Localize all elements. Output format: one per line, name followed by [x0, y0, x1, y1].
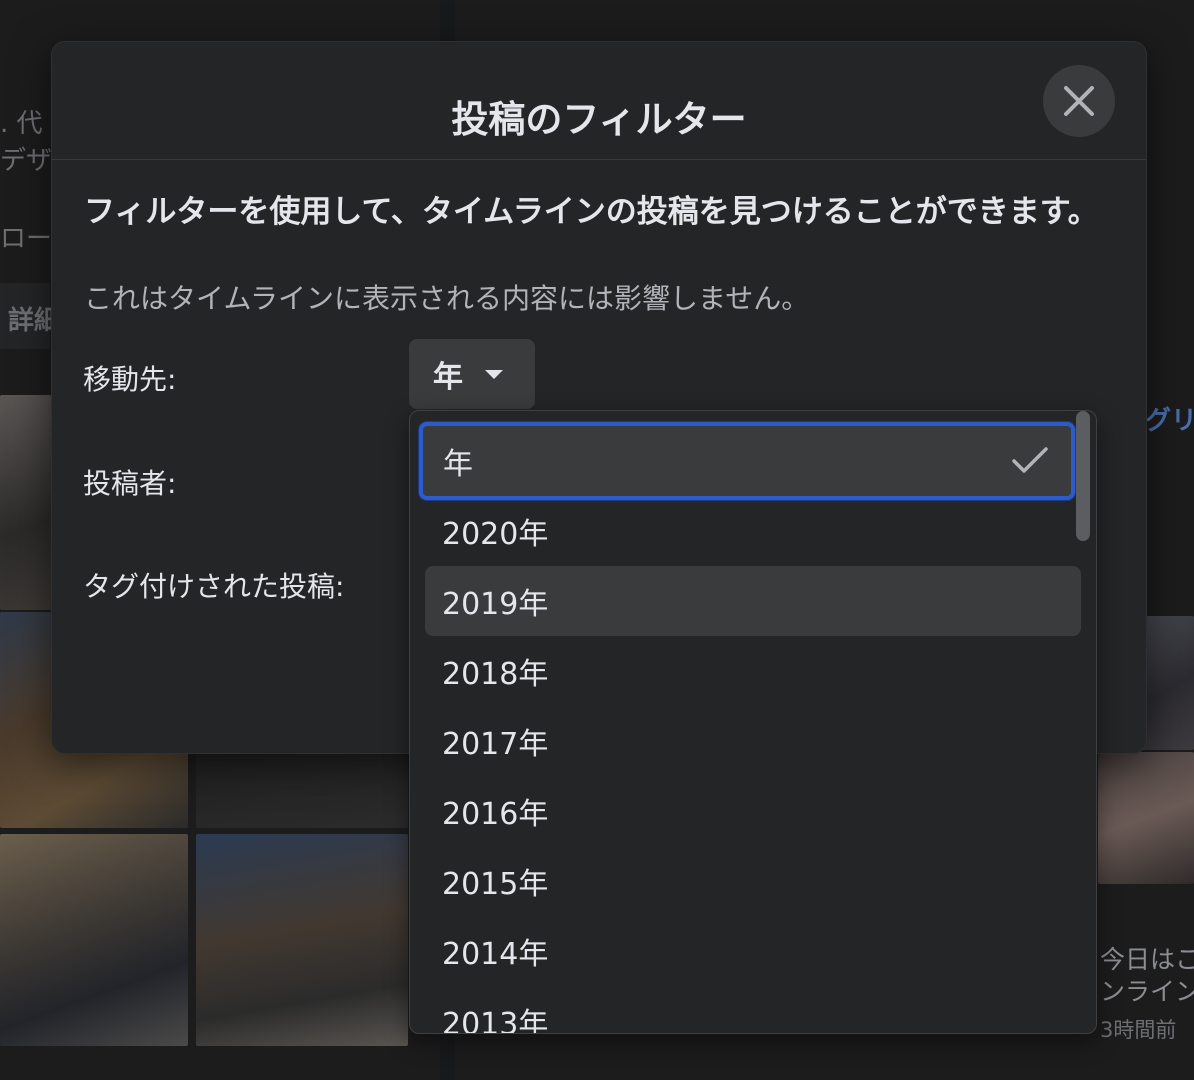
- dialog-title: 投稿のフィルター: [451, 98, 747, 141]
- scrollbar-thumb[interactable]: [1076, 411, 1090, 541]
- option-label: 2013年: [442, 1007, 549, 1034]
- option-2020[interactable]: 2020年: [425, 496, 1081, 566]
- option-label: 年: [443, 447, 473, 482]
- background-text-hours-ago: 3時間前: [1100, 1018, 1177, 1042]
- option-2015[interactable]: 2015年: [425, 846, 1081, 916]
- move-to-label: 移動先:: [83, 363, 177, 396]
- option-2018[interactable]: 2018年: [425, 636, 1081, 706]
- dialog-header: 投稿のフィルター: [52, 42, 1146, 160]
- option-label: 2017年: [442, 727, 549, 762]
- caret-down-icon: [485, 369, 503, 379]
- background-text-online: ンライン: [1100, 977, 1194, 1006]
- posted-by-label: 投稿者:: [83, 467, 177, 500]
- tagged-posts-label: タグ付けされた投稿:: [83, 570, 345, 603]
- year-select[interactable]: 年: [409, 339, 535, 409]
- checkmark-icon: [1012, 447, 1048, 473]
- option-label: 2015年: [442, 867, 549, 902]
- dialog-note: これはタイムラインに表示される内容には影響しません。: [84, 282, 810, 315]
- dropdown-scrollbar[interactable]: [1076, 411, 1090, 541]
- background-text-group: グリ: [1145, 406, 1194, 436]
- option-label: 2016年: [442, 797, 549, 832]
- background-photo: [0, 834, 188, 1046]
- close-button[interactable]: [1043, 65, 1115, 137]
- option-label: 2019年: [442, 587, 549, 622]
- close-icon: [1064, 86, 1094, 116]
- year-dropdown-list[interactable]: 年 2020年 2019年 2018年 2017年 2016年 2015年 20…: [409, 410, 1097, 1034]
- option-2013[interactable]: 2013年: [425, 986, 1081, 1034]
- background-text-design: デザ: [0, 146, 53, 176]
- option-label: 2018年: [442, 657, 549, 692]
- dialog-description: フィルターを使用して、タイムラインの投稿を見つけることができます。: [84, 194, 1099, 230]
- background-photo: [196, 834, 408, 1046]
- background-photo: [1098, 752, 1194, 884]
- option-2019[interactable]: 2019年: [425, 566, 1081, 636]
- background-text-today: 今日はこ: [1100, 945, 1194, 974]
- option-2016[interactable]: 2016年: [425, 776, 1081, 846]
- option-year-all[interactable]: 年: [419, 422, 1075, 500]
- year-select-value: 年: [433, 360, 463, 395]
- option-label: 2020年: [442, 517, 549, 552]
- option-2017[interactable]: 2017年: [425, 706, 1081, 776]
- option-label: 2014年: [442, 937, 549, 972]
- option-2014[interactable]: 2014年: [425, 916, 1081, 986]
- background-text-dai: . 代: [0, 109, 43, 139]
- background-text-ro: ロー: [0, 224, 53, 254]
